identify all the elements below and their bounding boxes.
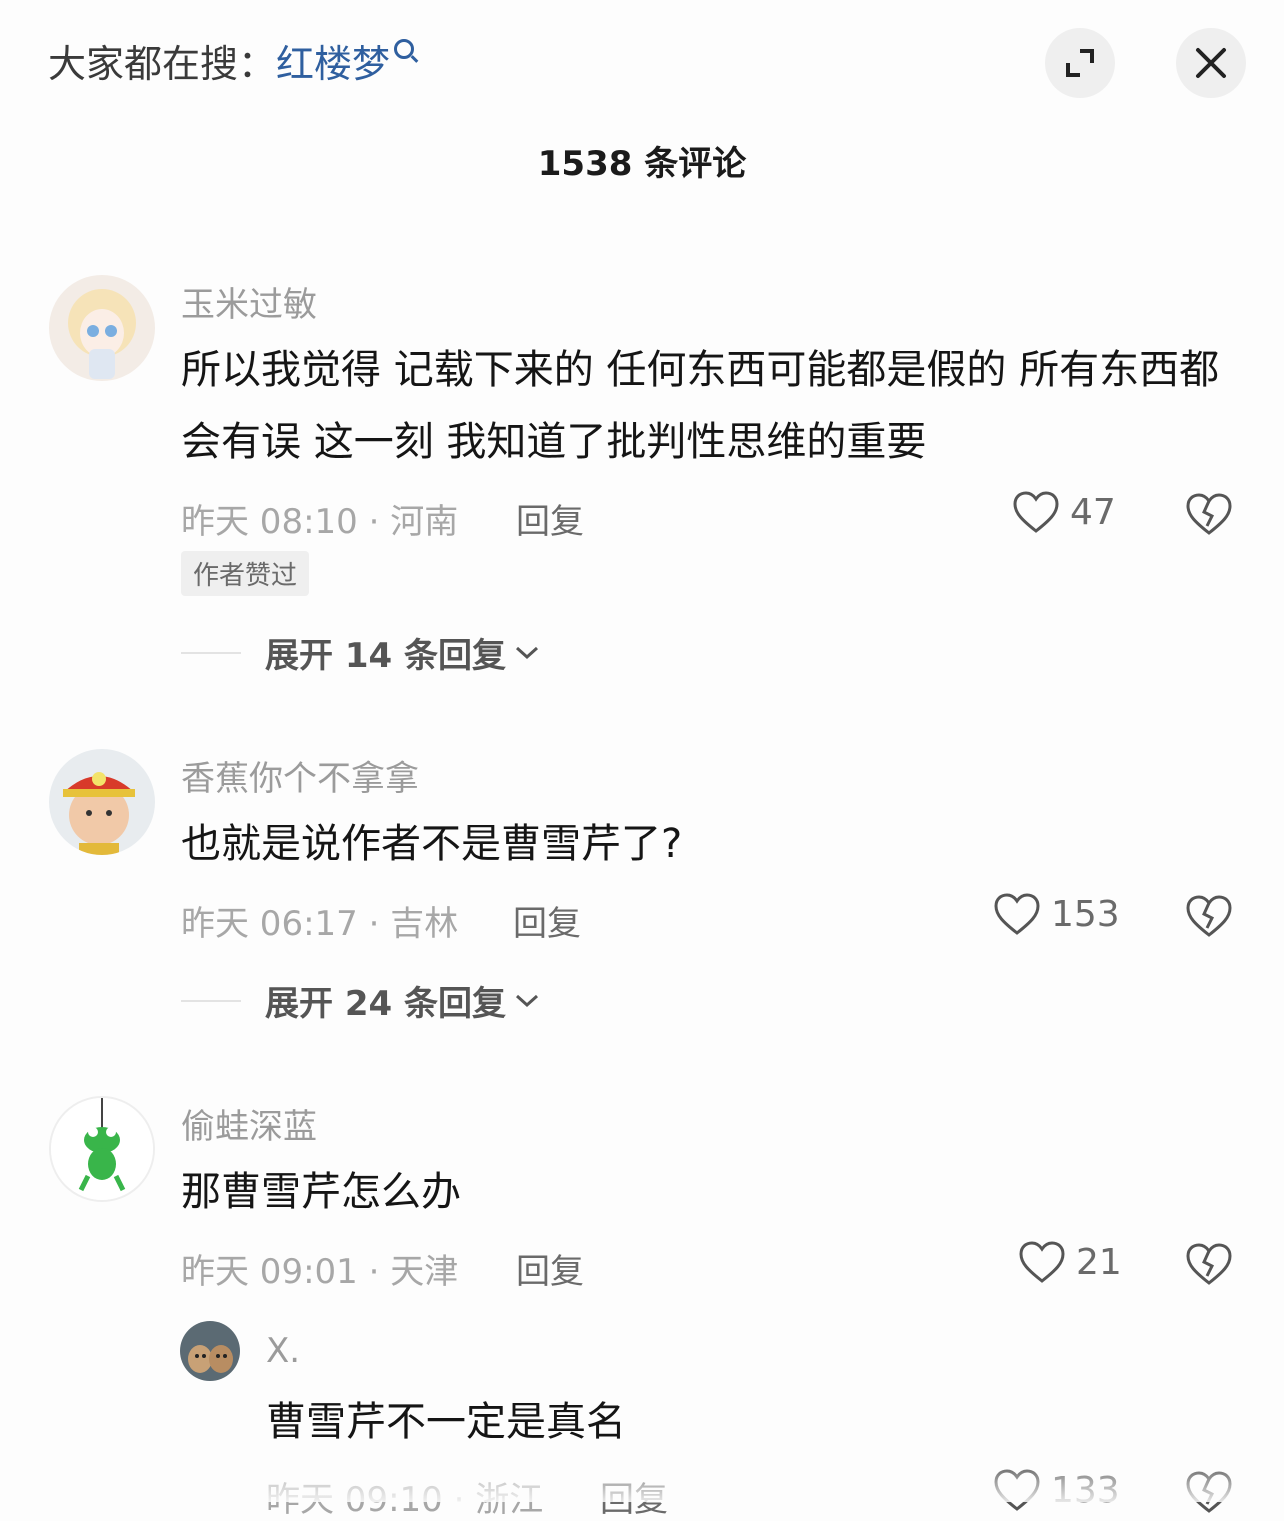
reply-button[interactable]: 回复 [516,494,584,543]
broken-heart-icon [1186,895,1232,937]
heart-icon [1013,491,1059,533]
reply-button[interactable]: 回复 [516,1244,584,1293]
like-button[interactable]: 47 [1012,490,1116,534]
like-count: 153 [1051,893,1120,935]
bottom-fade [0,1460,1284,1502]
comment-text: 那曹雪芹怎么办 [181,1169,461,1215]
author-liked-badge: 作者赞过 [181,551,310,596]
divider [181,999,241,1002]
close-button[interactable] [1176,28,1246,98]
heart-icon [1019,1241,1065,1283]
avatar[interactable] [49,1096,155,1202]
chevron-down-icon [515,994,539,1007]
trending-search-keyword[interactable]: 红楼梦 [276,42,390,86]
username[interactable]: 香蕉你个不拿拿 [181,751,419,800]
comment-text: 所以我觉得 记载下来的 任何东西可能都是假的 所有东西都会有误 这一刻 我知道了… [181,347,1220,465]
top-bar: 大家都在搜：红楼梦 [0,0,1284,130]
chevron-down-icon [515,646,539,659]
avatar[interactable] [180,1321,240,1381]
comment-text: 曹雪芹不一定是真名 [266,1399,626,1445]
avatar[interactable] [49,749,155,855]
expand-replies-button[interactable]: 展开 14 条回复 [181,628,540,677]
close-icon [1196,48,1226,78]
expand-replies-label: 展开 24 条回复 [265,984,506,1024]
username[interactable]: 偷蛙深蓝 [181,1099,317,1148]
username[interactable]: 玉米过敏 [181,277,317,326]
like-button[interactable]: 153 [993,892,1120,936]
comment-count-title: 1538 条评论 [537,144,747,184]
trending-search[interactable]: 大家都在搜：红楼梦 [48,38,415,90]
like-count: 47 [1070,491,1116,533]
avatar[interactable] [49,275,155,381]
comment-meta: 昨天 08:10 · 河南 [181,502,459,542]
heart-icon [994,893,1040,935]
comment-meta: 昨天 06:17 · 吉林 [181,904,459,944]
like-button[interactable]: 21 [1018,1240,1122,1284]
broken-heart-icon [1186,493,1232,535]
username[interactable]: X. [266,1331,300,1371]
like-count: 21 [1076,1241,1122,1283]
trending-search-prefix: 大家都在搜： [48,42,277,86]
divider [181,651,241,654]
reply-button[interactable]: 回复 [513,896,581,945]
expand-replies-label: 展开 14 条回复 [265,636,506,676]
broken-heart-icon [1186,1243,1232,1285]
dislike-button[interactable] [1185,1242,1233,1290]
expand-icon [1066,49,1094,77]
dislike-button[interactable] [1185,492,1233,540]
search-icon [394,39,415,59]
comment-text: 也就是说作者不是曹雪芹了? [181,821,683,867]
comment-meta: 昨天 09:01 · 天津 [181,1252,459,1292]
dislike-button[interactable] [1185,894,1233,942]
expand-button[interactable] [1045,28,1115,98]
expand-replies-button[interactable]: 展开 24 条回复 [181,976,540,1025]
